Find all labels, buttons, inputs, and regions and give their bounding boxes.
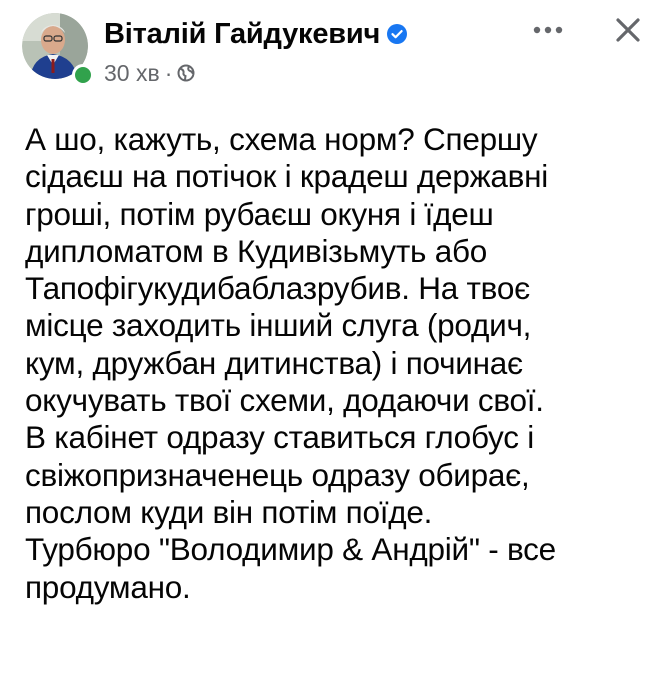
post-meta: 30 хв · [104, 58, 195, 88]
post-text-line: продумано. [25, 568, 191, 605]
post-text-line: В кабінет одразу ставиться глобус і [25, 419, 534, 456]
post-timestamp[interactable]: 30 хв [104, 60, 160, 87]
author-avatar[interactable] [22, 13, 94, 86]
author-name[interactable]: Віталій Гайдукевич [104, 18, 380, 51]
post-text-line: свіжопризначенець одразу обирає, [25, 456, 530, 493]
globe-icon[interactable] [177, 64, 195, 82]
post-text-line: А шо, кажуть, схема норм? Спершу [25, 121, 538, 157]
post-text-line: кум, дружбан дитинства) і починає [25, 344, 523, 381]
meta-separator: · [164, 59, 173, 86]
post-text-line: дипломатом в Кудивізьмуть або [25, 232, 488, 269]
more-options-button[interactable] [528, 12, 568, 48]
post-text-line: гроші, потім рубаєш окуня і їдеш [25, 195, 494, 232]
post-text-line: окучувать твої схеми, додаючи свої. [25, 382, 544, 419]
post-text-line: місце заходить інший слуга (родич, [25, 307, 532, 344]
author-line: Віталій Гайдукевич [104, 14, 408, 54]
post-header: Віталій Гайдукевич 30 хв · [0, 0, 663, 100]
post-text: А шо, кажуть, схема норм? Спершу сідаєш … [25, 121, 655, 606]
more-options-icon [533, 26, 563, 34]
post-text-line: сідаєш на потічок і крадеш державні [25, 158, 549, 195]
post-text-line: Тапофігукудибаблазрубив. На твоє [25, 270, 530, 307]
post-text-line: послом куди він потім поїде. [25, 493, 433, 530]
post-text-line: Турбюро "Володимир & Андрій" - все [25, 531, 556, 568]
verified-badge-icon [387, 24, 408, 44]
close-button[interactable] [608, 10, 648, 50]
close-icon [616, 18, 640, 42]
online-status-dot [72, 64, 94, 86]
